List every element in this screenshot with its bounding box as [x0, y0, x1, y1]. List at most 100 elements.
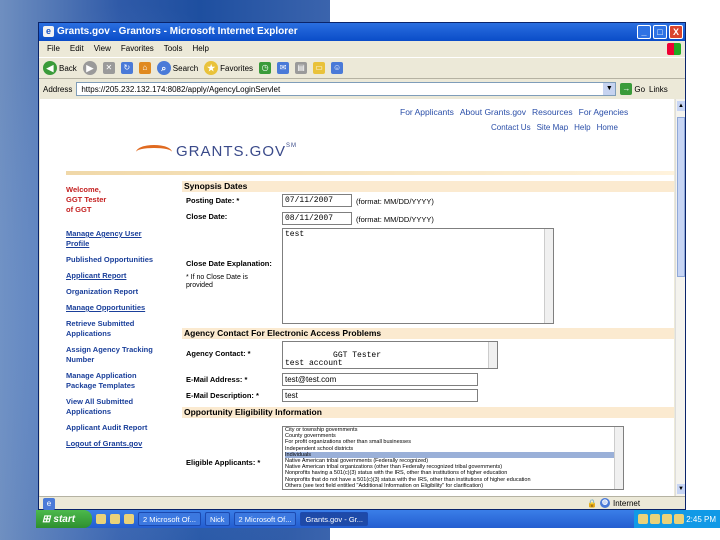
- section-agency-contact: Agency Contact For Electronic Access Pro…: [182, 328, 674, 339]
- folder-button[interactable]: ▭: [313, 62, 326, 74]
- menu-favorites[interactable]: Favorites: [121, 44, 154, 56]
- nav-for-agencies[interactable]: For Agencies: [579, 107, 629, 117]
- sidebar-item-published-opportunities[interactable]: Published Opportunities: [66, 255, 166, 265]
- eligible-applicants-row: City or township governments County gover…: [182, 418, 674, 490]
- menu-file[interactable]: File: [47, 44, 60, 56]
- eligible-applicants-listbox[interactable]: City or township governments County gover…: [282, 426, 624, 490]
- back-button[interactable]: ◀ Back: [43, 61, 77, 75]
- listbox-scrollbar[interactable]: [614, 427, 623, 489]
- search-icon: ⌕: [156, 61, 171, 75]
- agency-contact-row: GGT Tester test account Phone 123-123-12…: [182, 339, 674, 371]
- posting-date-input[interactable]: 07/11/2007: [282, 194, 352, 207]
- header-divider: [66, 171, 674, 175]
- close-explanation-textarea[interactable]: test: [282, 228, 554, 324]
- minimize-button[interactable]: _: [637, 25, 651, 39]
- quick-launch-icon[interactable]: [96, 514, 106, 524]
- menu-edit[interactable]: Edit: [70, 44, 84, 56]
- links-label[interactable]: Links: [649, 85, 668, 94]
- home-button[interactable]: ⌂: [138, 62, 151, 74]
- address-input[interactable]: https://205.232.132.174:8082/apply/Agenc…: [76, 82, 617, 96]
- task-word-2[interactable]: 2 Microsoft Of...: [233, 512, 297, 526]
- search-button[interactable]: ⌕ Search: [156, 61, 198, 75]
- logo-swoosh-icon: [136, 145, 172, 159]
- nav-home[interactable]: Home: [597, 123, 618, 132]
- close-explanation-row: test Close Date Explanation: * If no Clo…: [182, 228, 674, 328]
- nav-about[interactable]: About Grants.gov: [460, 107, 526, 117]
- address-dropdown-icon[interactable]: ▼: [603, 83, 616, 95]
- tray-icon[interactable]: [674, 514, 685, 524]
- close-button[interactable]: X: [669, 25, 683, 39]
- agency-contact-label: Agency Contact: *: [186, 349, 251, 358]
- zone-label: Internet: [612, 498, 641, 508]
- start-label: start: [53, 513, 76, 525]
- stop-button[interactable]: ✕: [102, 62, 115, 74]
- email-description-input[interactable]: test: [282, 389, 478, 402]
- task-word-1[interactable]: 2 Microsoft Of...: [138, 512, 201, 526]
- email-input[interactable]: test@test.com: [282, 373, 478, 386]
- print-button[interactable]: ▤: [295, 62, 308, 74]
- sidebar-item-manage-opportunities[interactable]: Manage Opportunities: [66, 303, 166, 313]
- favorites-button[interactable]: ★ Favorites: [204, 61, 253, 75]
- messenger-button[interactable]: ☺: [331, 62, 344, 74]
- scroll-up-icon[interactable]: ▲: [677, 101, 685, 111]
- tray-icon[interactable]: [662, 514, 673, 524]
- start-button[interactable]: ⊞ start: [36, 510, 92, 528]
- sidebar-item-manage-profile[interactable]: Manage Agency User Profile: [66, 229, 166, 249]
- sidebar-item-retrieve-applications[interactable]: Retrieve Submitted Applications: [66, 319, 166, 339]
- mail-button[interactable]: ✉: [277, 62, 290, 74]
- sidebar-item-view-submitted[interactable]: View All Submitted Applications: [66, 397, 166, 417]
- sub-nav: Contact Us Site Map Help Home: [491, 123, 618, 132]
- menu-view[interactable]: View: [94, 44, 111, 56]
- sidebar-item-applicant-report[interactable]: Applicant Report: [66, 271, 166, 281]
- close-date-row: Close Date: 08/11/2007 (format: MM/DD/YY…: [182, 212, 674, 228]
- close-date-label: Close Date:: [186, 212, 228, 221]
- status-bar: e 🔒 ◍ Internet: [39, 496, 685, 510]
- sidebar-item-package-templates[interactable]: Manage Application Package Templates: [66, 371, 166, 391]
- sidebar-item-assign-tracking[interactable]: Assign Agency Tracking Number: [66, 345, 166, 365]
- tray-icon[interactable]: [650, 514, 661, 524]
- grants-gov-logo[interactable]: GRANTS.GOVSM: [136, 139, 296, 161]
- task-grants-gov[interactable]: Grants.gov - Gr...: [300, 512, 368, 526]
- scroll-down-icon[interactable]: ▼: [677, 484, 685, 494]
- window-title: Grants.gov - Grantors - Microsoft Intern…: [57, 26, 298, 37]
- menu-help[interactable]: Help: [192, 44, 208, 56]
- textarea-scrollbar[interactable]: [544, 229, 553, 323]
- page-content: For Applicants About Grants.gov Resource…: [40, 99, 674, 496]
- email-description-label: E-Mail Description: *: [186, 391, 259, 400]
- close-explanation-note: * If no Close Date is provided: [186, 274, 248, 289]
- nav-site-map[interactable]: Site Map: [537, 123, 569, 132]
- history-button[interactable]: ◷: [259, 62, 272, 74]
- go-button[interactable]: → Go: [620, 83, 645, 95]
- synopsis-form: Synopsis Dates Posting Date: * 07/11/200…: [182, 181, 674, 490]
- scroll-thumb[interactable]: [677, 117, 685, 277]
- close-date-format: (format: MM/DD/YYYY): [356, 215, 434, 224]
- page-scrollbar[interactable]: ▲ ▼: [675, 99, 685, 496]
- maximize-button[interactable]: □: [653, 25, 667, 39]
- nav-help[interactable]: Help: [574, 123, 590, 132]
- task-nick[interactable]: Nick: [204, 512, 230, 526]
- menu-bar: File Edit View Favorites Tools Help: [39, 42, 685, 56]
- nav-contact-us[interactable]: Contact Us: [491, 123, 531, 132]
- sidebar-item-audit-report[interactable]: Applicant Audit Report: [66, 423, 166, 433]
- agency-contact-textarea[interactable]: GGT Tester test account Phone 123-123-12…: [282, 341, 498, 369]
- refresh-button[interactable]: ↻: [120, 62, 133, 74]
- security-zone: 🔒 ◍ Internet: [587, 498, 640, 508]
- page-status-icon: e: [43, 497, 55, 510]
- forward-button[interactable]: ▶: [82, 61, 97, 75]
- close-explanation-label: Close Date Explanation:: [186, 259, 272, 268]
- tray-icon[interactable]: [638, 514, 649, 524]
- address-url: https://205.232.132.174:8082/apply/Agenc…: [81, 85, 281, 94]
- address-bar: Address https://205.232.132.174:8082/app…: [39, 80, 685, 98]
- nav-resources[interactable]: Resources: [532, 107, 573, 117]
- menu-tools[interactable]: Tools: [164, 44, 183, 56]
- windows-logo-icon: ⊞: [42, 513, 51, 525]
- eligibility-option[interactable]: Others (see text field entitled "Additio…: [285, 483, 623, 489]
- sidebar-item-organization-report[interactable]: Organization Report: [66, 287, 166, 297]
- quick-launch-icon[interactable]: [110, 514, 120, 524]
- top-nav: For Applicants About Grants.gov Resource…: [400, 107, 628, 117]
- quick-launch-icon[interactable]: [124, 514, 134, 524]
- close-date-input[interactable]: 08/11/2007: [282, 212, 352, 225]
- sidebar-item-logout[interactable]: Logout of Grants.gov: [66, 439, 166, 449]
- contact-scrollbar[interactable]: [488, 342, 497, 368]
- nav-for-applicants[interactable]: For Applicants: [400, 107, 454, 117]
